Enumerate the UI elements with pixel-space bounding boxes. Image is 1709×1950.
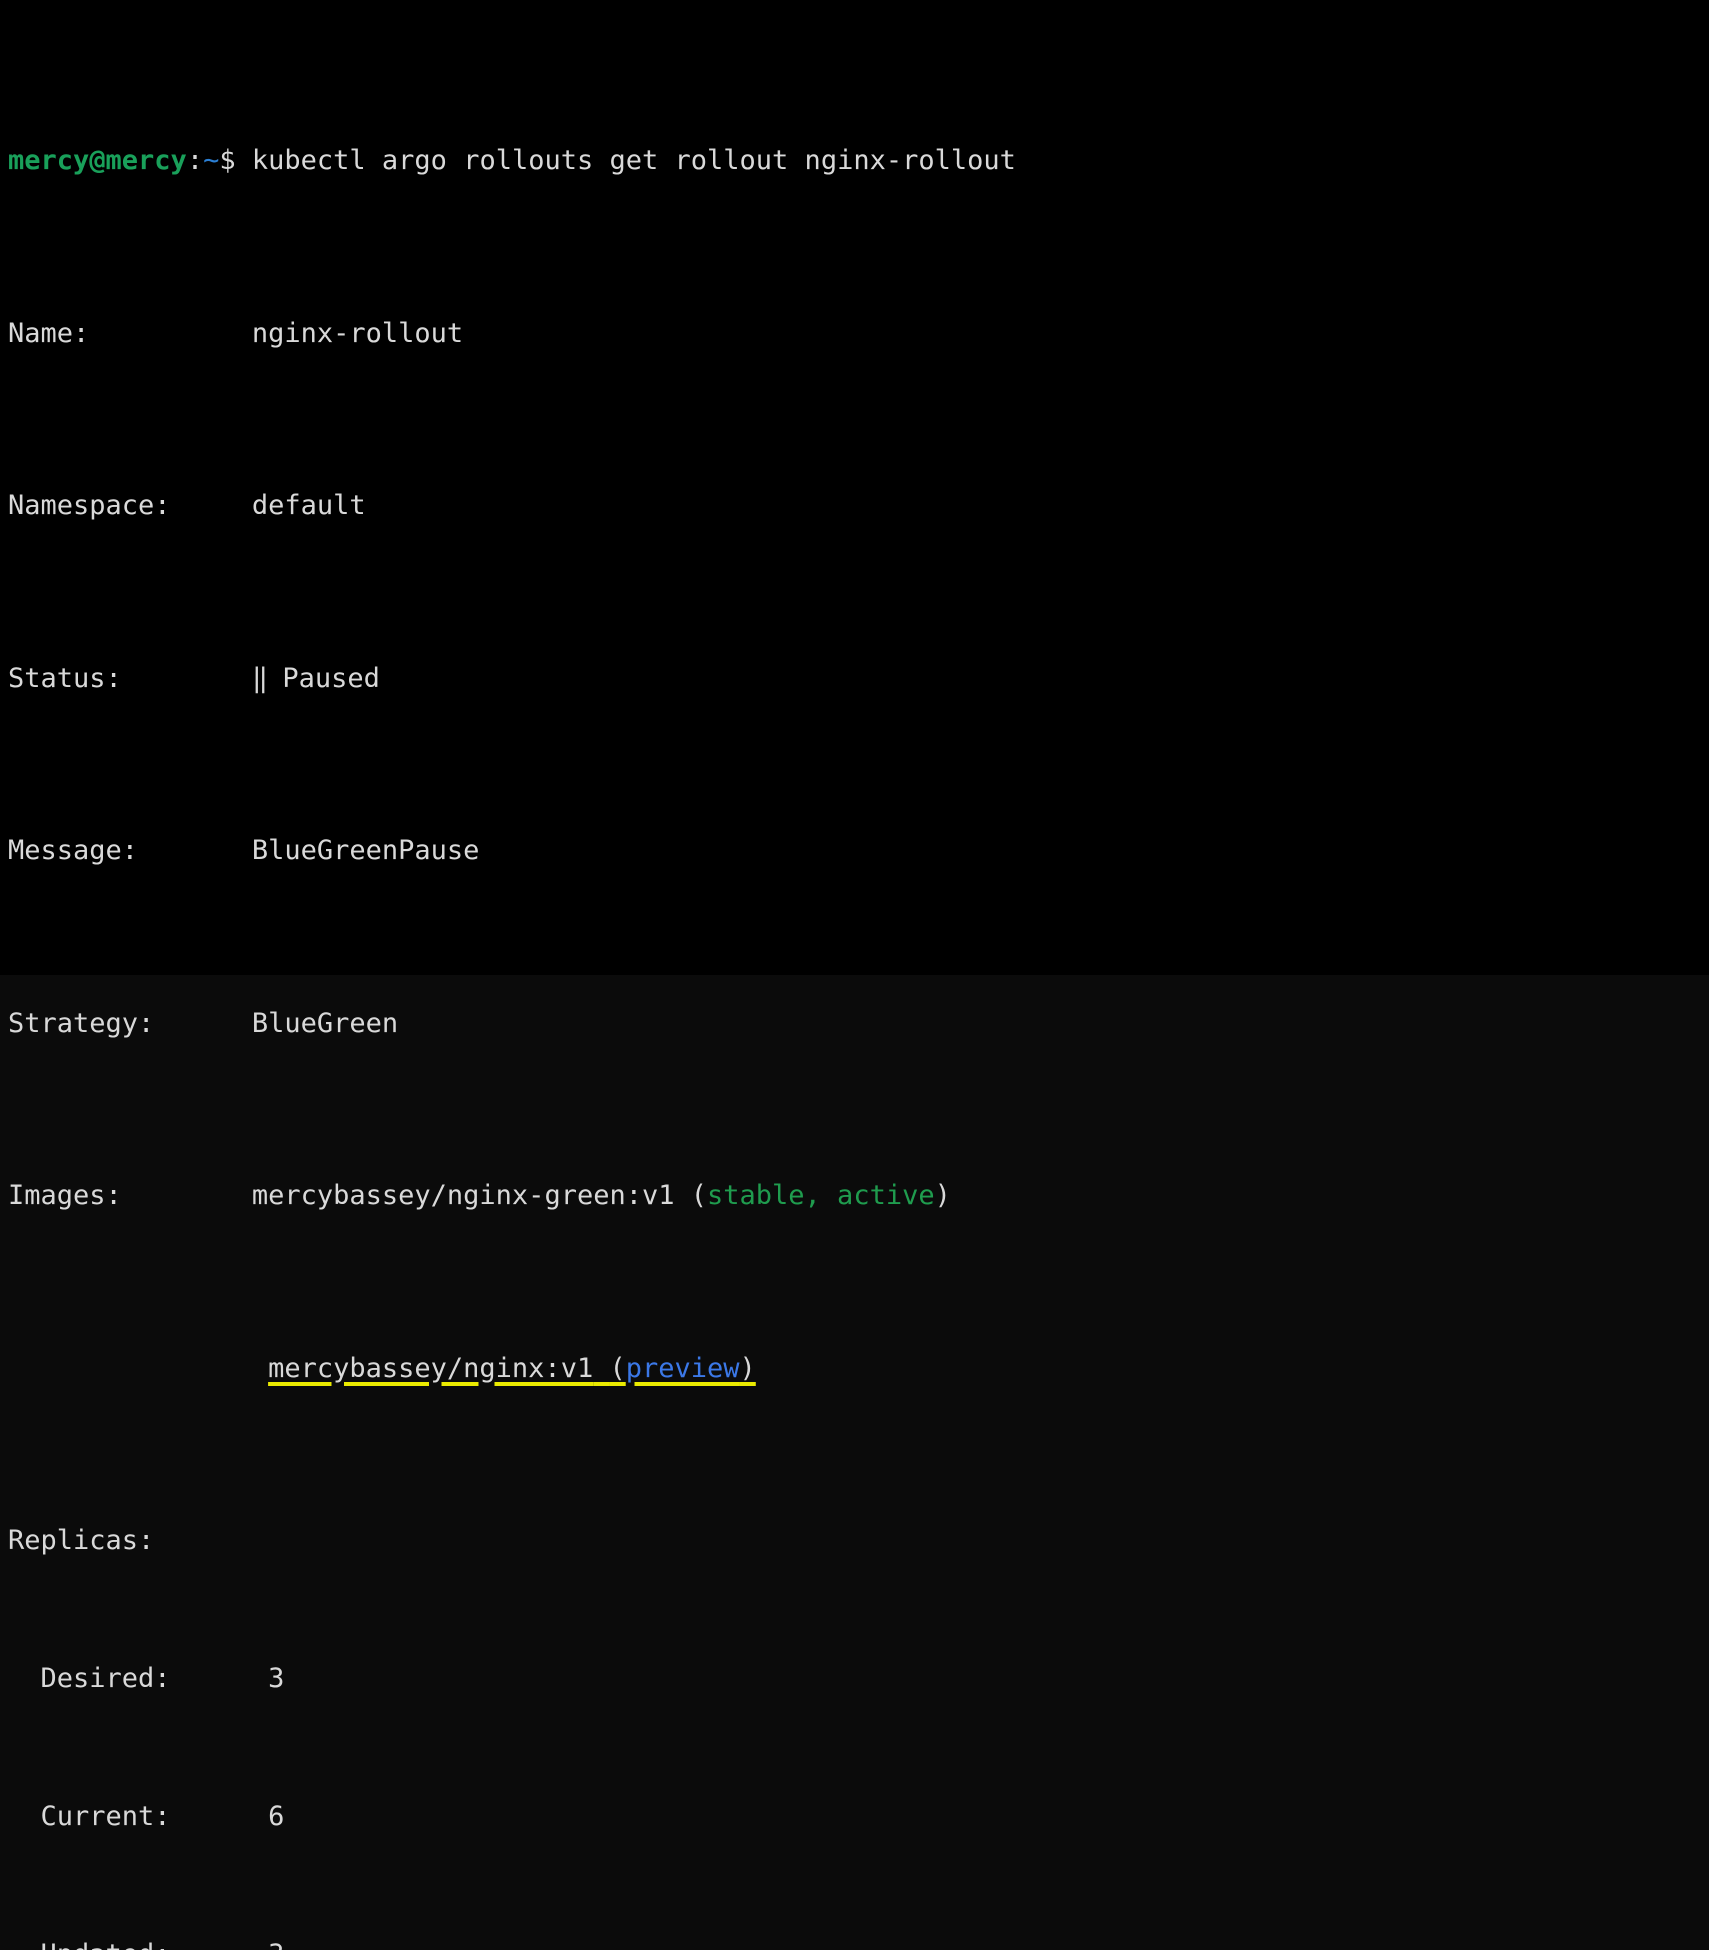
image-name-1: mercybassey/nginx:v1 — [268, 1352, 594, 1384]
pad — [8, 1663, 41, 1694]
command-text — [236, 145, 252, 176]
pad — [122, 663, 252, 694]
pad — [122, 1180, 252, 1211]
name-label: Name: — [8, 317, 90, 349]
replicas-updated-label: Updated: — [41, 1939, 171, 1950]
images-label: Images: — [8, 1180, 122, 1211]
namespace-value: default — [251, 490, 366, 521]
strategy-value: BlueGreen — [251, 1007, 399, 1039]
pad — [8, 1939, 41, 1950]
command-string: kubectl argo rollouts get rollout nginx-… — [251, 145, 1016, 176]
replicas-current-value: 6 — [268, 1801, 285, 1832]
pad — [8, 1801, 41, 1832]
summary-row-name: Name: nginx-rollout — [8, 317, 1709, 352]
pad — [171, 1663, 269, 1694]
message-value: BlueGreenPause — [251, 835, 480, 866]
summary-row-strategy: Strategy: BlueGreen — [8, 1007, 1709, 1042]
image-tags-1[interactable]: preview — [626, 1353, 740, 1384]
replicas-updated-value: 3 — [268, 1939, 284, 1950]
replicas-label: Replicas: — [8, 1525, 155, 1556]
pad — [593, 1353, 609, 1384]
pad — [171, 1939, 269, 1950]
prompt-path: ~ — [203, 145, 220, 176]
summary-row-status: Status: ‖ Paused — [8, 662, 1709, 697]
terminal-window[interactable]: mercy@mercy:~$ kubectl argo rollouts get… — [0, 0, 1709, 1950]
pad — [154, 1008, 252, 1039]
prompt-user-host: mercy@mercy — [8, 145, 187, 176]
summary-row-images-preview: mercybassey/nginx:v1 (preview) — [8, 1352, 1709, 1387]
message-label: Message: — [8, 835, 139, 866]
pad — [138, 835, 252, 866]
status-label: Status: — [8, 662, 122, 694]
strategy-label: Strategy: — [8, 1007, 155, 1039]
paren-close-0: ) — [934, 1180, 951, 1211]
summary-row-replicas: Replicas: — [8, 1524, 1709, 1559]
pad — [89, 318, 252, 349]
paren-open-0: ( — [690, 1180, 708, 1211]
pause-icon: ‖ — [251, 662, 268, 694]
pad — [8, 1353, 268, 1384]
paren-close-1: ) — [739, 1352, 756, 1384]
pad — [171, 1801, 269, 1832]
prompt-colon: : — [186, 145, 204, 176]
summary-row-images: Images: mercybassey/nginx-green:v1 (stab… — [8, 1179, 1709, 1214]
summary-row-namespace: Namespace: default — [8, 489, 1709, 524]
replicas-desired-label: Desired: — [40, 1663, 171, 1694]
namespace-label: Namespace: — [8, 490, 171, 521]
pad — [674, 1180, 690, 1211]
replicas-row-desired: Desired: 3 — [8, 1662, 1709, 1697]
command-line: mercy@mercy:~$ kubectl argo rollouts get… — [8, 144, 1709, 179]
replicas-current-label: Current: — [40, 1801, 171, 1832]
status-value: Paused — [282, 662, 380, 694]
summary-row-message: Message: BlueGreenPause — [8, 834, 1709, 869]
replicas-desired-value: 3 — [268, 1663, 285, 1694]
replicas-row-updated: Updated: 3 — [8, 1938, 1709, 1950]
replicas-row-current: Current: 6 — [8, 1800, 1709, 1835]
image-tags-0: stable, active — [707, 1180, 935, 1211]
pad — [171, 490, 252, 521]
image-name-0: mercybassey/nginx-green:v1 — [251, 1180, 675, 1211]
pad — [266, 663, 282, 694]
name-value: nginx-rollout — [251, 317, 464, 349]
prompt-dollar: $ — [219, 145, 236, 176]
paren-open-1: ( — [609, 1352, 626, 1384]
